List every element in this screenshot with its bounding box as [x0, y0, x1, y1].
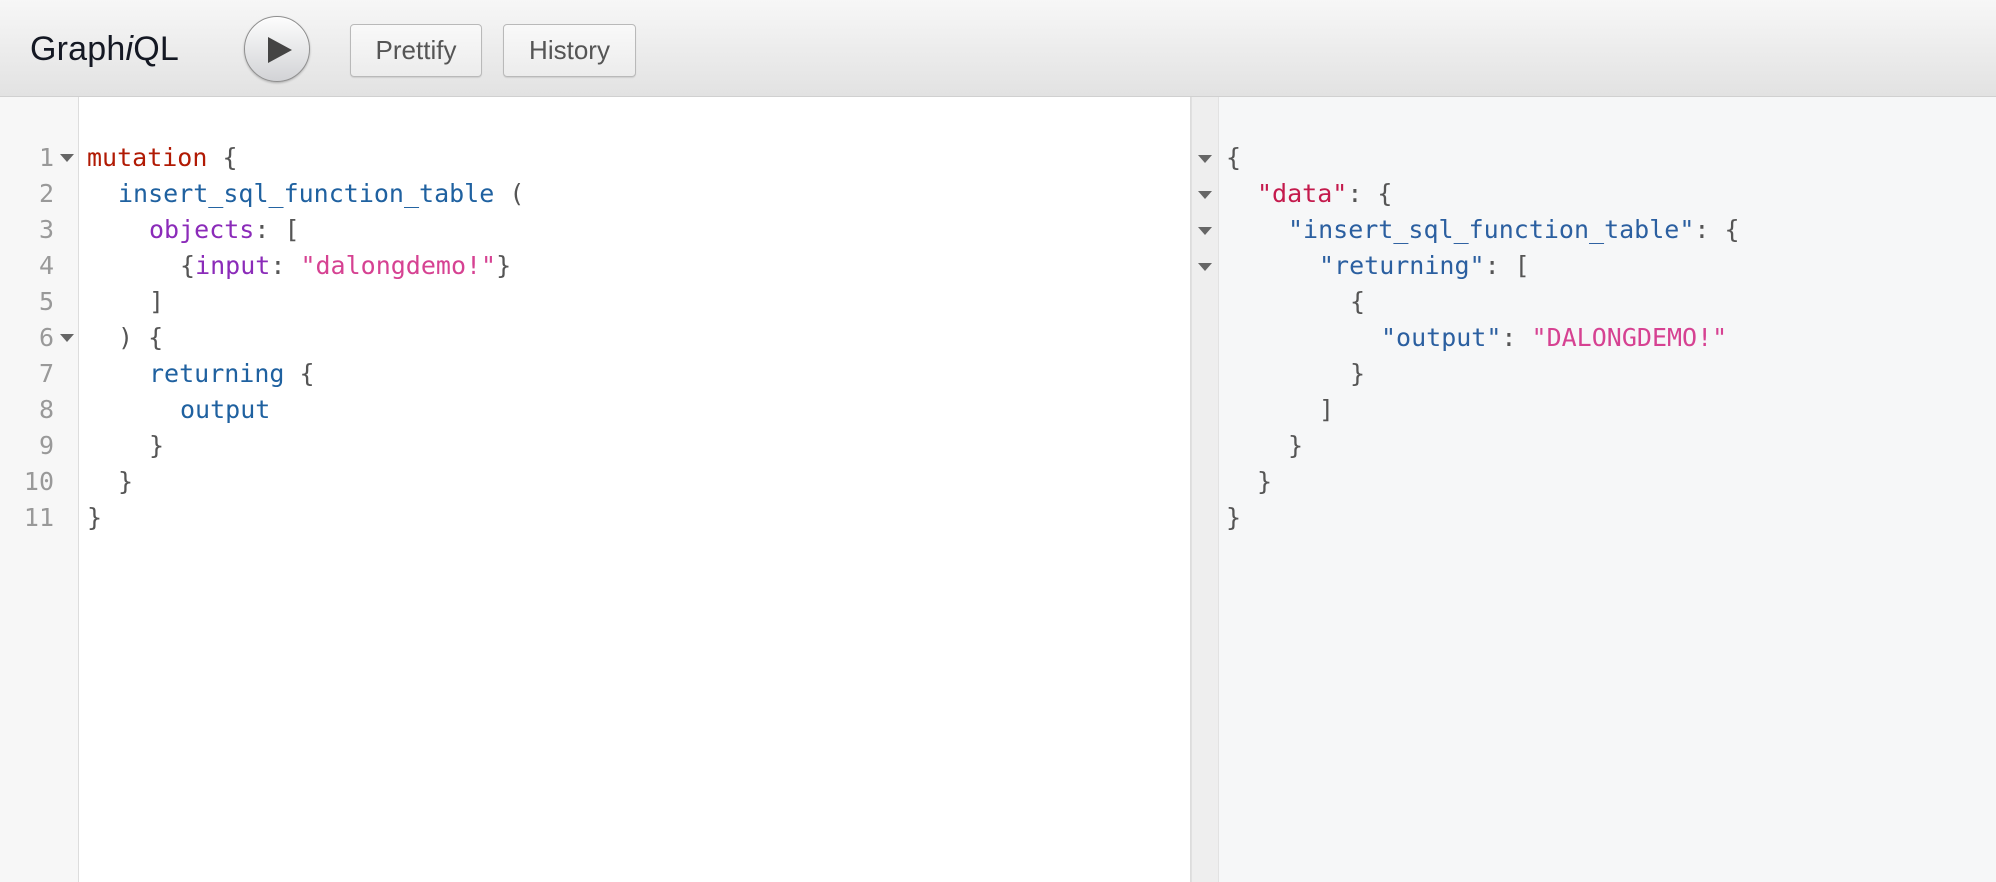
json-line: "data": {: [1257, 176, 1392, 212]
token-punct: {: [207, 143, 238, 172]
token-punct: }: [149, 431, 165, 460]
fold-triangle-icon[interactable]: [1198, 155, 1212, 163]
code-line: }: [87, 500, 102, 536]
line-number: 3: [38, 215, 54, 244]
code-line: }: [118, 464, 133, 500]
fold-triangle-icon[interactable]: [1198, 227, 1212, 235]
token-punct: {: [284, 359, 315, 388]
prettify-button[interactable]: Prettify: [350, 24, 482, 77]
result-fold-gutter: [1192, 97, 1219, 882]
line-number: 6: [38, 323, 54, 352]
json-line: "returning": [: [1319, 248, 1530, 284]
token-json-key: "data": [1257, 179, 1348, 208]
fold-triangle-icon[interactable]: [60, 154, 74, 162]
line-number-gutter: 1 2 3 4 5 6 7 8 9 10 11: [0, 97, 79, 882]
token-punct: : [: [1484, 251, 1530, 280]
token-string: "dalongdemo!": [300, 251, 497, 280]
query-editor[interactable]: 1 2 3 4 5 6 7 8 9 10 11 mutation { inser…: [0, 97, 1191, 882]
code-line: output: [180, 392, 270, 428]
json-line: }: [1257, 464, 1272, 500]
history-button[interactable]: History: [503, 24, 636, 77]
json-line: ]: [1319, 392, 1334, 428]
token-punct: }: [1226, 503, 1242, 532]
line-number: 9: [38, 431, 54, 460]
token-punct: ]: [1319, 395, 1335, 424]
code-line: mutation {: [87, 140, 238, 176]
line-number: 2: [38, 179, 54, 208]
token-punct: }: [1350, 359, 1366, 388]
token-json-key: "returning": [1319, 251, 1485, 280]
token-punct: }: [1288, 431, 1304, 460]
code-line: {input: "dalongdemo!"}: [180, 248, 511, 284]
token-punct: }: [496, 251, 512, 280]
result-viewer[interactable]: { "data": { "insert_sql_function_table":…: [1191, 97, 1996, 882]
code-line: ]: [149, 284, 164, 320]
token-punct: : {: [1694, 215, 1740, 244]
execute-query-button[interactable]: [244, 16, 310, 82]
token-punct: (: [494, 179, 525, 208]
code-line: returning {: [149, 356, 315, 392]
token-punct: : [: [254, 215, 300, 244]
token-field: returning: [149, 359, 285, 388]
token-argument: objects: [149, 215, 255, 244]
line-number: 7: [38, 359, 54, 388]
token-field: output: [180, 395, 271, 424]
json-line: {: [1226, 140, 1241, 176]
code-line: }: [149, 428, 164, 464]
token-punct: }: [87, 503, 103, 532]
title-suffix: QL: [133, 30, 180, 68]
fold-triangle-icon[interactable]: [60, 334, 74, 342]
json-line: }: [1350, 356, 1365, 392]
token-punct: }: [118, 467, 134, 496]
line-number: 1: [38, 143, 54, 172]
token-argument: input: [195, 251, 271, 280]
token-json-key: "insert_sql_function_table": [1288, 215, 1695, 244]
json-line: }: [1226, 500, 1241, 536]
token-punct: ]: [149, 287, 165, 316]
app-title: GraphiQL: [30, 30, 179, 69]
title-prefix: Graph: [30, 30, 126, 68]
token-punct: :: [270, 251, 301, 280]
token-punct: }: [1257, 467, 1273, 496]
play-icon: [268, 37, 292, 63]
token-string: "DALONGDEMO!": [1531, 323, 1728, 352]
token-punct: : {: [1347, 179, 1393, 208]
toolbar: GraphiQL Prettify History: [0, 0, 1996, 97]
token-punct: {: [1350, 287, 1366, 316]
line-number: 11: [23, 503, 54, 532]
token-punct: {: [180, 251, 196, 280]
token-field: insert_sql_function_table: [118, 179, 495, 208]
code-line: ) {: [118, 320, 163, 356]
token-keyword: mutation: [87, 143, 208, 172]
line-number: 10: [23, 467, 54, 496]
json-line: }: [1288, 428, 1303, 464]
json-line: {: [1350, 284, 1365, 320]
code-line: insert_sql_function_table (: [118, 176, 524, 212]
token-punct: :: [1501, 323, 1532, 352]
line-number: 4: [38, 251, 54, 280]
token-punct: ) {: [118, 323, 164, 352]
line-number: 8: [38, 395, 54, 424]
token-json-key: "output": [1381, 323, 1502, 352]
fold-triangle-icon[interactable]: [1198, 191, 1212, 199]
code-line: objects: [: [149, 212, 300, 248]
token-punct: {: [1226, 143, 1242, 172]
fold-triangle-icon[interactable]: [1198, 263, 1212, 271]
json-line: "insert_sql_function_table": {: [1288, 212, 1740, 248]
line-number: 5: [38, 287, 54, 316]
json-line: "output": "DALONGDEMO!": [1381, 320, 1727, 356]
